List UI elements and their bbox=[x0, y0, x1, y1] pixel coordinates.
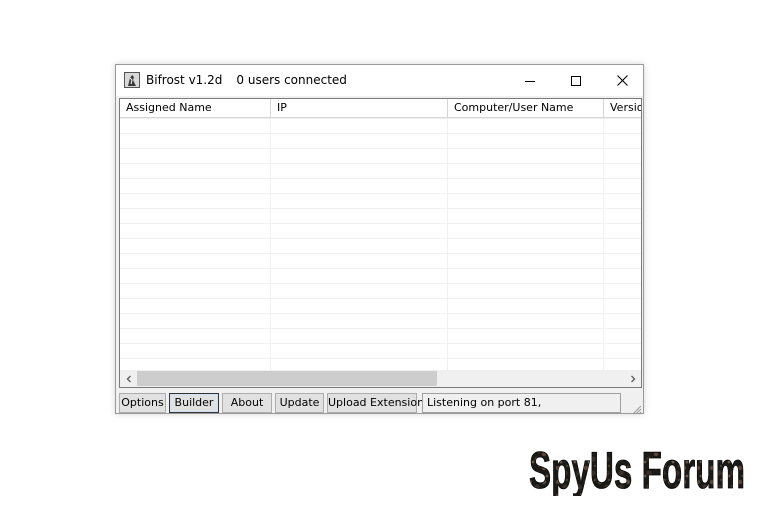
minimize-icon bbox=[525, 80, 535, 82]
update-button[interactable]: Update bbox=[275, 393, 324, 413]
minimize-button[interactable] bbox=[507, 65, 553, 96]
users-connected-status: 0 users connected bbox=[236, 73, 347, 87]
scroll-right-button[interactable] bbox=[624, 370, 641, 387]
scroll-left-button[interactable] bbox=[120, 370, 137, 387]
about-button[interactable]: About bbox=[222, 393, 272, 413]
close-icon bbox=[616, 75, 628, 86]
status-bar: Listening on port 81, bbox=[422, 393, 621, 413]
title-bar[interactable]: Bifrost v1.2d 0 users connected bbox=[116, 65, 643, 96]
column-header-ip[interactable]: IP bbox=[271, 99, 448, 117]
horizontal-scrollbar[interactable] bbox=[120, 370, 641, 387]
builder-button[interactable]: Builder bbox=[169, 393, 219, 413]
column-header-computer-user-name[interactable]: Computer/User Name bbox=[448, 99, 604, 117]
maximize-icon bbox=[571, 75, 581, 86]
scroll-right-arrow-icon bbox=[630, 375, 635, 382]
list-rows-empty bbox=[120, 118, 641, 371]
options-button[interactable]: Options bbox=[119, 393, 166, 413]
app-title: Bifrost v1.2d bbox=[146, 73, 223, 87]
column-header-version[interactable]: Version bbox=[604, 99, 641, 117]
scrollbar-thumb[interactable] bbox=[137, 371, 437, 386]
scroll-left-arrow-icon bbox=[126, 375, 131, 382]
list-header: Assigned Name IP Computer/User Name Vers… bbox=[120, 99, 641, 118]
upload-extension-button[interactable]: Upload Extension bbox=[327, 393, 424, 413]
spyus-forum-watermark: SpyUs Forum bbox=[527, 436, 749, 501]
bifrost-window: Bifrost v1.2d 0 users connected Assigned … bbox=[115, 64, 644, 415]
maximize-button[interactable] bbox=[553, 65, 599, 96]
column-header-assigned-name[interactable]: Assigned Name bbox=[120, 99, 271, 117]
resize-grip-icon[interactable] bbox=[630, 400, 642, 415]
bifrost-app-icon bbox=[124, 72, 140, 88]
close-button[interactable] bbox=[599, 65, 645, 96]
watermark-text: SpyUs Forum bbox=[529, 442, 745, 496]
window-title: Bifrost v1.2d 0 users connected bbox=[146, 73, 347, 87]
connections-list[interactable]: Assigned Name IP Computer/User Name Vers… bbox=[119, 98, 642, 388]
